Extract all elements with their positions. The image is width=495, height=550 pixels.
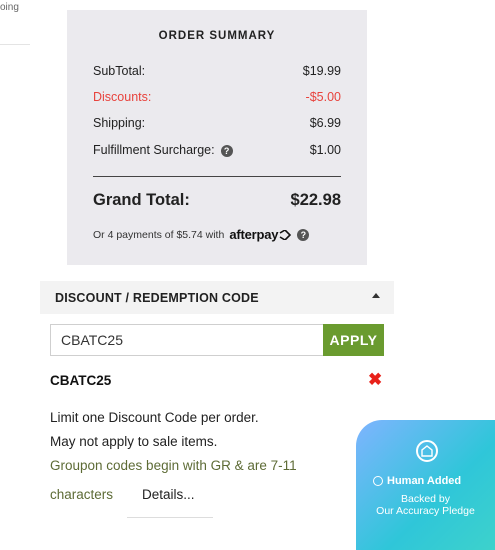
applied-code: CBATC25 (50, 373, 112, 388)
collapse-caret-icon[interactable] (372, 293, 380, 298)
shipping-value: $6.99 (309, 116, 341, 130)
afterpay-row: Or 4 payments of $5.74 with afterpay ? (93, 227, 341, 242)
note-sale: May not apply to sale items. (50, 434, 218, 449)
surcharge-label: Fulfillment Surcharge: (93, 143, 215, 157)
surcharge-value: $1.00 (309, 143, 341, 157)
truncated-text: oing (0, 2, 19, 13)
order-summary-title: ORDER SUMMARY (158, 30, 276, 42)
order-summary-panel: ORDER SUMMARY SubTotal: $19.99 Discounts… (67, 10, 367, 265)
close-x-icon[interactable]: ✖ (368, 370, 382, 390)
discount-code-input[interactable] (50, 324, 324, 356)
afterpay-help-icon[interactable]: ? (297, 228, 310, 241)
apply-button[interactable]: APPLY (323, 324, 384, 356)
check-icon (373, 476, 383, 486)
discount-section-header[interactable]: DISCOUNT / REDEMPTION CODE (40, 281, 394, 314)
badge-line2: Our Accuracy Pledge (376, 505, 475, 517)
afterpay-text: Or 4 payments of $5.74 with (93, 228, 225, 241)
discount-title: DISCOUNT / REDEMPTION CODE (55, 291, 259, 305)
discounts-value: -$5.00 (305, 90, 341, 104)
note-limit: Limit one Discount Code per order. (50, 410, 259, 425)
shipping-label: Shipping: (93, 116, 146, 130)
divider (0, 44, 30, 45)
afterpay-logo: afterpay (229, 227, 292, 242)
details-divider (127, 517, 213, 518)
help-icon[interactable]: ? (220, 144, 233, 157)
details-link[interactable]: Details... (142, 487, 195, 502)
grand-total-value: $22.98 (290, 191, 341, 209)
discounts-label: Discounts: (93, 90, 152, 104)
note-groupon: Groupon codes begin with GR & are 7-11 (50, 458, 297, 473)
summary-divider (93, 176, 341, 177)
badge-title-row: Human Added (373, 475, 461, 487)
note-characters: characters (50, 487, 114, 502)
shipping-row: Shipping: $6.99 (93, 116, 341, 130)
subtotal-value: $19.99 (302, 64, 341, 78)
subtotal-row: SubTotal: $19.99 (93, 64, 341, 78)
grand-total-label: Grand Total: (93, 191, 190, 209)
discounts-row: Discounts: -$5.00 (93, 90, 341, 104)
house-shield-icon (416, 440, 438, 462)
accuracy-badge[interactable]: Human Added Backed by Our Accuracy Pledg… (356, 420, 495, 550)
badge-line1: Backed by (400, 493, 451, 505)
badge-title: Human Added (387, 475, 462, 487)
subtotal-label: SubTotal: (93, 64, 146, 78)
grand-total-row: Grand Total: $22.98 (93, 191, 341, 210)
surcharge-row: Fulfillment Surcharge:? $1.00 (93, 143, 341, 157)
